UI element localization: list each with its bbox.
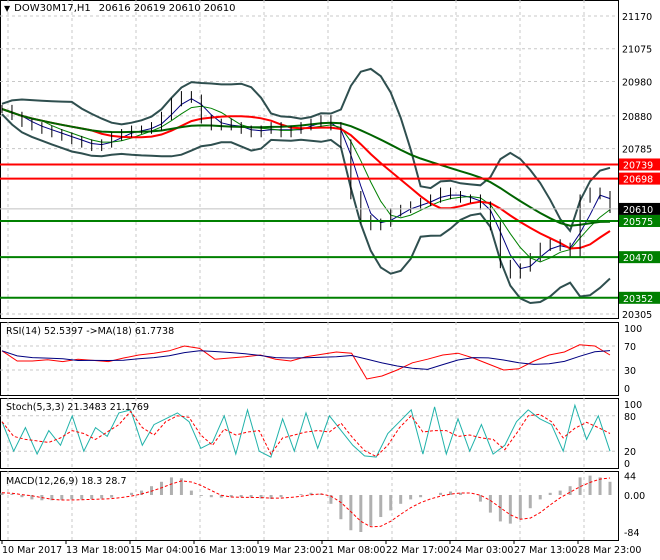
rsi-title: RSI(14) 52.5397 ->MA(18) 61.7738 (6, 326, 174, 337)
y-tick-label: 20880 (622, 112, 652, 123)
stoch-tick-label: 0 (624, 459, 630, 470)
level-label: 20739 (623, 160, 653, 171)
current-price-label: 20610 (623, 205, 653, 216)
y-tick-label: 21075 (622, 45, 652, 56)
y-tick-label: 20785 (622, 145, 652, 156)
trading-chart[interactable]: 10 Mar 2017 13 Mar 18:00 15 Mar 04:00 16 Ma… (0, 0, 660, 560)
x-tick-label: 10 Mar 2017 (2, 545, 62, 556)
x-tick-label: 24 Mar 03:00 (450, 545, 513, 556)
level-label: 20698 (623, 175, 653, 186)
level-label: 20352 (623, 294, 653, 305)
y-tick-label: 21170 (622, 12, 652, 23)
y-tick-label: 20305 (622, 310, 652, 321)
y-tick-label: 20980 (622, 77, 652, 88)
x-tick-label: 27 Mar 13:00 (514, 545, 577, 556)
level-label: 20575 (623, 217, 653, 228)
symbol-label: DOW30M17,H1 (14, 3, 91, 14)
stoch-tick-label: 20 (624, 447, 636, 458)
x-tick-label: 21 Mar 08:00 (322, 545, 385, 556)
chart-header: ▼ DOW30M17,H1 20616 20619 20610 20610 (4, 3, 236, 14)
x-tick-label: 22 Mar 17:00 (386, 545, 449, 556)
x-tick-label: 28 Mar 23:00 (578, 545, 641, 556)
stoch-signal-line (1, 410, 611, 458)
rsi-ma-line (1, 350, 611, 370)
ma-green-line (1, 108, 611, 227)
macd-title: MACD(12,26,9) 18.3 28.7 (6, 476, 127, 487)
stoch-title: Stoch(5,3,3) 21.3483 21.1769 (6, 402, 149, 413)
rsi-tick-label: 30 (624, 366, 636, 377)
x-tick-label: 13 Mar 18:00 (66, 545, 129, 556)
x-tick-label: 19 Mar 23:00 (258, 545, 321, 556)
rsi-tick-label: 0 (624, 384, 630, 395)
x-tick-label: 15 Mar 04:00 (130, 545, 193, 556)
macd-tick-label: 44 (624, 472, 636, 483)
rsi-tick-label: 100 (624, 324, 642, 335)
rsi-tick-label: 70 (624, 342, 636, 353)
stoch-tick-label: 80 (624, 412, 636, 423)
bollinger-upper (1, 67, 611, 233)
macd-tick-label: 0.00 (624, 491, 645, 502)
level-label: 20470 (623, 253, 653, 264)
stoch-tick-label: 100 (624, 400, 642, 411)
ohlc-label: 20616 20619 20610 20610 (98, 3, 236, 14)
x-tick-label: 16 Mar 13:00 (194, 545, 257, 556)
rsi-line (1, 344, 611, 380)
panel-border (0, 0, 619, 319)
dropdown-triangle-icon[interactable]: ▼ (4, 4, 10, 13)
macd-tick-label: -84 (624, 528, 640, 539)
